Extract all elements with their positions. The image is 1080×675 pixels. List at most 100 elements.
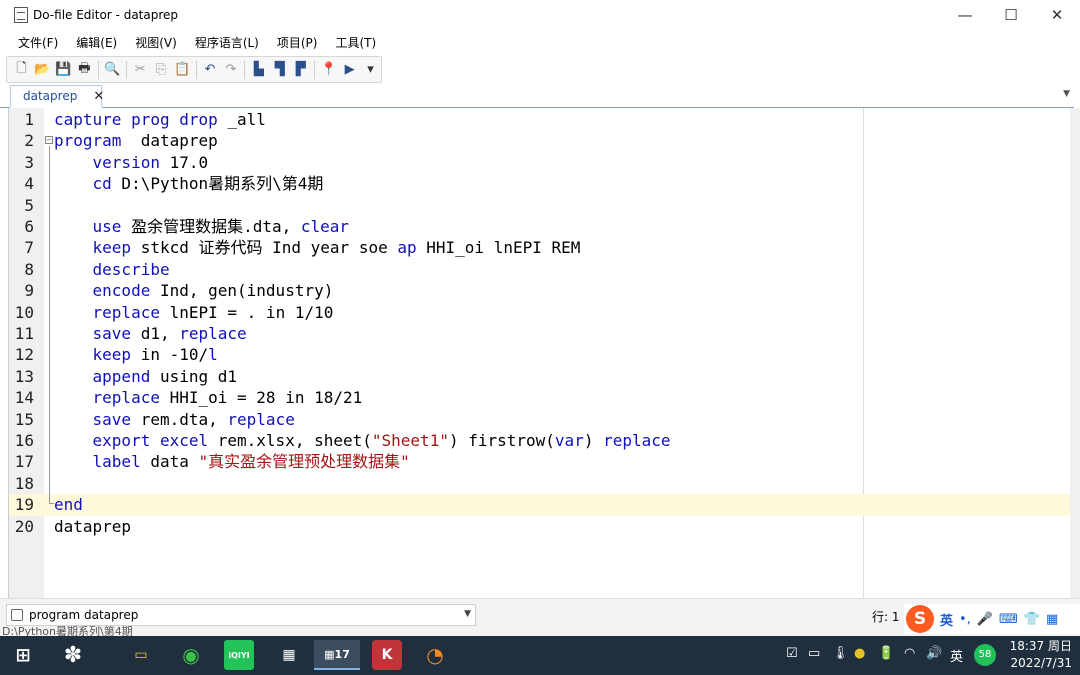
vertical-scrollbar[interactable] [1070, 108, 1080, 598]
notification-badge[interactable]: 58 [974, 644, 996, 666]
line-number: 2 [24, 131, 34, 151]
app-grid-icon[interactable]: ▦ [274, 640, 304, 670]
code-line[interactable]: 6 use 盈余管理数据集.dta, clear [9, 216, 1071, 237]
paste-icon[interactable]: 📋 [172, 59, 193, 81]
execute-do-icon[interactable]: ▶ [339, 59, 360, 81]
line-number: 4 [24, 174, 34, 194]
next-bookmark-icon[interactable]: ▛ [290, 59, 311, 81]
code-line[interactable]: 5 [9, 195, 1071, 216]
find-icon[interactable]: 🔍 [102, 59, 123, 81]
menu-edit[interactable]: 编辑(E) [67, 34, 126, 51]
document-tab-strip: dataprep ✕ ▼ [0, 85, 1074, 108]
code-line[interactable]: 8 describe [9, 259, 1071, 280]
keyword-token: capture prog drop [54, 110, 218, 129]
print-icon[interactable]: 🖶 [74, 59, 95, 81]
tab-list-dropdown-icon[interactable]: ▼ [1063, 89, 1070, 99]
keyword-token: replace [92, 388, 160, 408]
open-folder-icon[interactable]: 📂 [32, 59, 53, 81]
undo-icon[interactable]: ↶ [199, 59, 220, 81]
volume-icon[interactable]: 🔊 [926, 646, 942, 661]
punctuation-toggle[interactable]: •, [959, 612, 971, 627]
browser-icon[interactable]: ◉ [176, 640, 206, 670]
show-file-in-viewer-icon[interactable]: 📍 [318, 59, 339, 81]
menu-project[interactable]: 项目(P) [268, 34, 327, 51]
code-line[interactable]: 11 save d1, replace [9, 323, 1071, 344]
windows-start-icon[interactable]: ⊞ [8, 640, 38, 670]
code-line[interactable]: 14 replace HHI_oi = 28 in 18/21 [9, 387, 1071, 408]
text-token: data [140, 452, 199, 472]
keyword-token: replace [227, 409, 295, 429]
code-line[interactable]: 9 encode Ind, gen(industry) [9, 280, 1071, 301]
code-line[interactable]: 1 capture prog drop _all [9, 109, 1071, 130]
code-line[interactable]: 7 keep stkcd 证券代码 Ind year soe ap HHI_oi… [9, 237, 1071, 258]
app-k-icon[interactable]: K [372, 640, 402, 670]
function-navigator-select[interactable]: program dataprep ▼ [6, 604, 476, 626]
code-text: program dataprep [54, 130, 218, 151]
code-text: label data "真实盈余管理预处理数据集" [54, 451, 410, 472]
menu-tools[interactable]: 工具(T) [326, 34, 385, 51]
keyword-token: append [92, 366, 151, 386]
code-line[interactable]: 2 program dataprep [9, 130, 1071, 151]
tray-icon-1[interactable]: ☑ [786, 646, 798, 661]
line-number: 19 [14, 495, 34, 515]
cut-icon[interactable]: ✂ [130, 59, 151, 81]
code-line[interactable]: 17 label data "真实盈余管理预处理数据集" [9, 451, 1071, 472]
cursor-position: 行: 1 [872, 610, 900, 624]
save-icon[interactable]: 💾 [53, 59, 74, 81]
app-icon-1[interactable]: ✽ [58, 640, 88, 670]
code-text: save d1, replace [54, 323, 247, 344]
menu-language[interactable]: 程序语言(L) [186, 34, 268, 51]
code-text: keep in -10/l [54, 344, 218, 365]
menu-file[interactable]: 文件(F) [9, 34, 67, 51]
microphone-icon[interactable]: 🎤 [977, 612, 993, 627]
code-line[interactable]: 19 end [9, 494, 1071, 516]
fold-range-line [49, 146, 50, 504]
keyword-token: label [92, 452, 141, 472]
code-line[interactable]: 12 keep in -10/l [9, 344, 1071, 365]
toggle-bookmark-icon[interactable]: ▙ [248, 59, 269, 81]
wifi-icon[interactable]: ◠ [904, 646, 915, 661]
new-file-icon[interactable]: 🗋 [11, 59, 32, 81]
sogou-logo-icon[interactable]: S [906, 605, 934, 633]
previous-bookmark-icon[interactable]: ▜ [269, 59, 290, 81]
keyboard-icon[interactable]: ⌨ [999, 612, 1018, 627]
code-line[interactable]: 15 save rem.dta, replace [9, 409, 1071, 430]
iqiyi-icon[interactable]: iQIYI [224, 640, 254, 670]
execute-dropdown-icon[interactable]: ▾ [360, 59, 381, 81]
keyword-token: save [92, 409, 132, 429]
tab-close-icon[interactable]: ✕ [93, 89, 104, 104]
skin-icon[interactable]: 👕 [1024, 612, 1040, 627]
code-line[interactable]: 13 append using d1 [9, 366, 1071, 387]
copy-icon[interactable]: ⎘ [151, 59, 172, 81]
input-language-indicator[interactable]: 英 [950, 646, 963, 665]
menu-view[interactable]: 视图(V) [126, 34, 186, 51]
code-line[interactable]: 16 export excel rem.xlsx, sheet("Sheet1"… [9, 430, 1071, 451]
tray-icon-4[interactable]: ● [854, 646, 865, 661]
fold-toggle-icon[interactable]: − [45, 136, 53, 144]
maximize-button[interactable]: ☐ [988, 0, 1034, 30]
battery-icon[interactable]: 🔋 [878, 646, 894, 661]
text-token: ) firstrow( [448, 431, 555, 450]
tray-icon-2[interactable]: ▭ [808, 646, 820, 661]
tab-dataprep[interactable]: dataprep ✕ [10, 85, 104, 108]
stata-icon[interactable]: ▦17 [314, 640, 360, 670]
code-line[interactable]: 20 dataprep [9, 516, 1071, 537]
tray-icon-3[interactable]: 🌡 [832, 646, 849, 661]
code-line[interactable]: 4 cd D:\Python暑期系列\第4期 [9, 173, 1071, 194]
ime-mode-toggle[interactable]: 英 [940, 610, 953, 629]
close-button[interactable]: ✕ [1034, 0, 1080, 30]
code-editor[interactable]: 1 capture prog drop _all 2 program dataprep… [8, 108, 1071, 598]
jupyter-icon[interactable]: ◔ [420, 640, 450, 670]
code-line[interactable]: 10 replace lnEPI = . in 1/10 [9, 302, 1071, 323]
text-token: Ind, gen(industry) [150, 281, 334, 301]
code-line[interactable]: 3 version 17.0 [9, 152, 1071, 173]
redo-icon[interactable]: ↷ [220, 59, 241, 81]
file-explorer-icon[interactable]: ▭ [126, 640, 156, 670]
minimize-button[interactable]: — [942, 0, 988, 30]
code-line[interactable]: 18 [9, 473, 1071, 494]
toolbox-grid-icon[interactable]: ▦ [1046, 612, 1058, 627]
system-clock[interactable]: 18:37 周日 2022/7/31 [1010, 638, 1072, 672]
